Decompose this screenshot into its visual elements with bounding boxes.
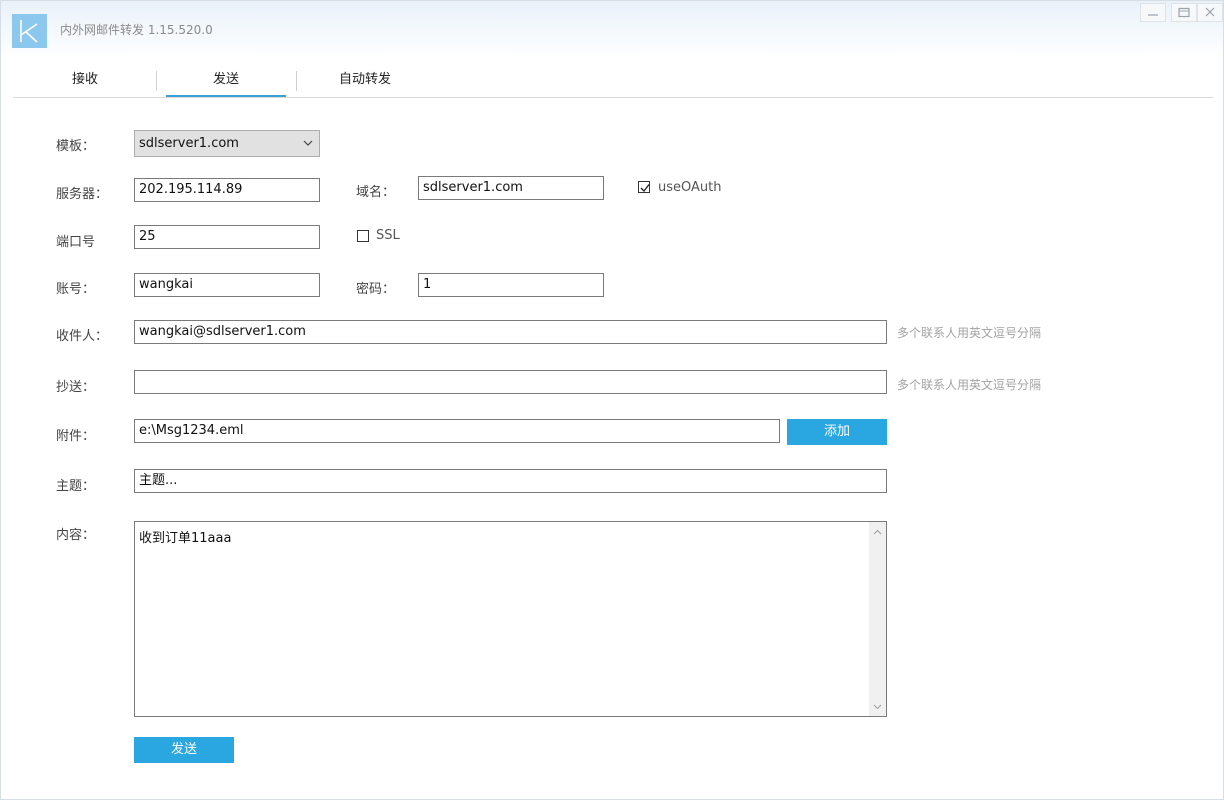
recipient-label: 收件人： (56, 329, 109, 344)
use-oauth-label[interactable]: useOAuth (658, 180, 721, 195)
cc-input[interactable] (134, 370, 887, 394)
tab-divider (296, 71, 297, 91)
content-text: 收到订单11aaa (139, 531, 232, 546)
account-input[interactable]: wangkai (134, 273, 320, 297)
tab-send[interactable]: 发送 (166, 63, 286, 97)
ssl-checkbox[interactable] (357, 230, 369, 242)
account-label: 账号： (56, 282, 96, 297)
add-attachment-button[interactable]: 添加 (787, 419, 887, 445)
scroll-up-icon[interactable] (873, 529, 882, 535)
minimize-button[interactable] (1140, 3, 1166, 22)
template-label: 模板： (56, 139, 96, 154)
port-label: 端口号 (56, 235, 96, 250)
maximize-button[interactable] (1171, 3, 1197, 22)
server-label: 服务器： (56, 187, 109, 202)
template-select[interactable]: sdlserver1.com (134, 130, 320, 157)
minimize-icon (1148, 14, 1158, 16)
recipient-hint: 多个联系人用英文逗号分隔 (897, 326, 1042, 340)
cc-hint: 多个联系人用英文逗号分隔 (897, 378, 1042, 392)
password-input[interactable]: 1 (418, 273, 604, 297)
domain-label: 域名： (356, 185, 396, 200)
app-window: 内外网邮件转发 1.15.520.0 接收 发送 自动转发 模板： sdlser… (0, 0, 1224, 800)
window-title: 内外网邮件转发 1.15.520.0 (60, 23, 213, 37)
content-scrollbar[interactable] (869, 522, 886, 716)
maximize-icon (1178, 7, 1190, 18)
content-textarea[interactable]: 收到订单11aaa (134, 521, 887, 717)
template-select-value: sdlserver1.com (139, 136, 239, 151)
subject-input[interactable]: 主题... (134, 469, 887, 493)
tab-auto-forward[interactable]: 自动转发 (305, 63, 425, 96)
subject-label: 主题： (56, 479, 96, 494)
chevron-down-icon (303, 140, 313, 146)
domain-input[interactable]: sdlserver1.com (418, 176, 604, 200)
app-logo (12, 14, 47, 48)
scroll-down-icon[interactable] (873, 704, 882, 710)
tab-bar: 接收 发送 自动转发 (13, 63, 1213, 98)
checkmark-icon (640, 184, 650, 192)
port-input[interactable]: 25 (134, 225, 320, 249)
send-button[interactable]: 发送 (134, 737, 234, 763)
server-input[interactable]: 202.195.114.89 (134, 178, 320, 202)
use-oauth-checkbox[interactable] (638, 181, 650, 193)
password-label: 密码： (356, 282, 396, 297)
tab-receive[interactable]: 接收 (13, 63, 157, 96)
k-logo-icon (20, 20, 38, 43)
content-label: 内容： (56, 528, 96, 543)
cc-label: 抄送： (56, 380, 96, 395)
recipient-input[interactable]: wangkai@sdlserver1.com (134, 320, 887, 344)
close-icon (1205, 7, 1215, 17)
ssl-label[interactable]: SSL (376, 228, 400, 243)
attachment-label: 附件： (56, 429, 96, 444)
tab-divider (156, 71, 157, 91)
attachment-input[interactable]: e:\Msg1234.eml (134, 419, 780, 443)
close-button[interactable] (1197, 3, 1223, 22)
title-bar[interactable]: 内外网邮件转发 1.15.520.0 (1, 1, 1223, 59)
